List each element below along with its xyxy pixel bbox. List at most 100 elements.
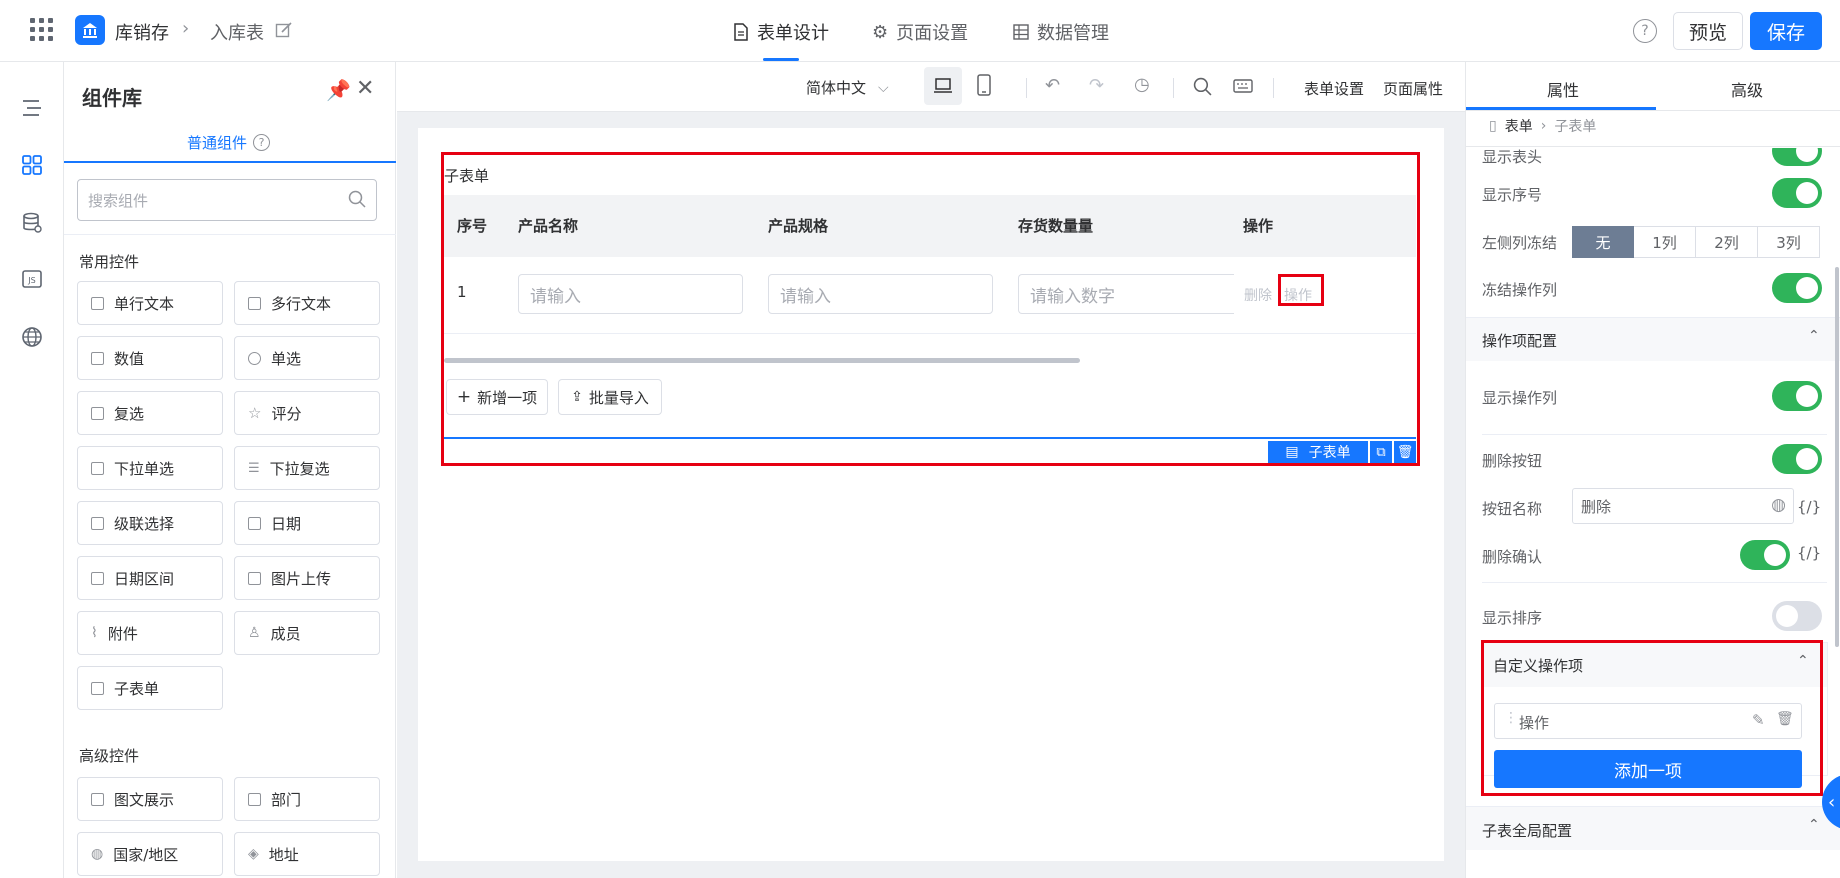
show-sort-toggle[interactable] — [1772, 601, 1822, 631]
components-icon[interactable] — [19, 152, 45, 178]
tab-label: 普通组件 — [187, 134, 248, 152]
history-icon[interactable]: ◷ — [1134, 74, 1150, 95]
freeze-option-1[interactable]: 1列 — [1634, 226, 1696, 258]
form-settings-link[interactable]: 表单设置 — [1304, 78, 1364, 99]
edit-icon[interactable] — [275, 21, 293, 43]
component-label: 下拉复选 — [269, 459, 330, 478]
show-header-toggle[interactable] — [1772, 148, 1822, 166]
star-icon: ☆ — [248, 404, 262, 422]
component-radio[interactable]: 单选 — [234, 336, 380, 380]
tab-form-design[interactable]: 表单设计 — [733, 19, 829, 45]
tab-common-components[interactable]: 普通组件 ? — [187, 132, 271, 153]
component-label: 日期区间 — [114, 569, 175, 588]
action-config-title: 操作项配置 — [1482, 332, 1558, 350]
highlight-box-action — [1278, 274, 1324, 306]
pin-icon[interactable]: 📌 — [326, 78, 351, 102]
delete-button-toggle[interactable] — [1772, 444, 1822, 474]
undo-icon[interactable]: ↶ — [1045, 75, 1060, 96]
tab-underline — [64, 161, 396, 163]
mobile-view-button[interactable] — [977, 74, 991, 100]
component-single-text[interactable]: 单行文本 — [77, 281, 223, 325]
table-icon — [1013, 24, 1029, 40]
outline-icon[interactable] — [19, 95, 45, 121]
component-library-panel: 组件库 📌 ✕ 普通组件 ? 搜索组件 常用控件 单行文本 多行文本 数值 单选… — [64, 62, 396, 878]
component-number[interactable]: 数值 — [77, 336, 223, 380]
desktop-view-button[interactable] — [924, 67, 962, 105]
redo-icon[interactable]: ↷ — [1089, 75, 1104, 96]
component-rating[interactable]: ☆ 评分 — [234, 391, 380, 435]
component-select-single[interactable]: 下拉单选 — [77, 446, 223, 490]
apps-grid-icon[interactable] — [30, 18, 53, 41]
expression-icon[interactable]: {/} — [1797, 498, 1821, 516]
tab-advanced[interactable]: 高级 — [1731, 77, 1763, 101]
input-value: 删除 — [1581, 497, 1612, 516]
cascader-icon — [91, 516, 104, 530]
freeze-segment: 无 1列 2列 3列 — [1572, 226, 1820, 258]
show-index-toggle[interactable] — [1772, 178, 1822, 208]
help-icon[interactable]: ? — [1633, 19, 1657, 43]
breadcrumb-root[interactable]: 表单 — [1505, 116, 1533, 136]
chevron-left-icon: ‹ — [1828, 791, 1836, 813]
component-country[interactable]: ◍ 国家/地区 — [77, 832, 223, 876]
divider — [1466, 146, 1840, 147]
component-date[interactable]: 日期 — [234, 501, 380, 545]
textarea-icon — [248, 296, 261, 310]
calendar-icon — [248, 516, 261, 530]
app-name[interactable]: 库销存 — [115, 19, 169, 45]
close-icon[interactable]: ✕ — [356, 76, 374, 101]
preview-button[interactable]: 预览 — [1673, 12, 1743, 50]
database-icon[interactable] — [19, 210, 45, 236]
search-input[interactable]: 搜索组件 — [77, 179, 377, 221]
component-rich-display[interactable]: 图文展示 — [77, 777, 223, 821]
canvas-toolbar: 简体中文 ⌵ ↶ ↷ ◷ 表单设置 页面属性 — [397, 62, 1465, 112]
show-action-toggle[interactable] — [1772, 381, 1822, 411]
component-multi-text[interactable]: 多行文本 — [234, 281, 380, 325]
laptop-icon — [934, 78, 952, 93]
freeze-option-2[interactable]: 2列 — [1696, 226, 1758, 258]
page-name: 入库表 — [210, 23, 264, 44]
chevron-down-icon: ⌵ — [878, 79, 889, 96]
paperclip-icon: ⌇ — [91, 625, 98, 641]
component-label: 级联选择 — [114, 514, 175, 533]
globe-icon[interactable]: ◍ — [1771, 495, 1786, 515]
action-config-header[interactable]: 操作项配置 ⌃ — [1466, 318, 1840, 361]
language-select[interactable]: 简体中文 ⌵ — [806, 77, 889, 98]
language-value: 简体中文 — [806, 79, 867, 97]
component-subform[interactable]: 子表单 — [77, 666, 223, 710]
keyboard-icon[interactable] — [1233, 79, 1253, 97]
help-icon[interactable]: ? — [253, 134, 271, 151]
component-checkbox[interactable]: 复选 — [77, 391, 223, 435]
search-icon[interactable] — [1193, 77, 1212, 100]
component-select-multi[interactable]: ☰ 下拉复选 — [234, 446, 380, 490]
component-attachment[interactable]: ⌇ 附件 — [77, 611, 223, 655]
panel-scrollbar[interactable] — [1835, 267, 1839, 647]
tab-page-settings[interactable]: ⚙ 页面设置 — [872, 19, 968, 45]
common-section-title: 常用控件 — [79, 253, 140, 271]
delete-confirm-toggle[interactable] — [1740, 540, 1790, 570]
expression-icon[interactable]: {/} — [1797, 544, 1821, 562]
tab-properties[interactable]: 属性 — [1547, 77, 1579, 101]
page-attrs-link[interactable]: 页面属性 — [1383, 78, 1443, 99]
component-department[interactable]: 部门 — [234, 777, 380, 821]
tab-label: 页面设置 — [896, 23, 969, 44]
component-member[interactable]: ♙ 成员 — [234, 611, 380, 655]
component-address[interactable]: ◈ 地址 — [234, 832, 380, 876]
library-title: 组件库 — [82, 86, 142, 110]
global-config-header[interactable]: 子表全局配置 ⌃ — [1466, 806, 1840, 850]
button-name-input[interactable]: 删除 ◍ — [1572, 488, 1794, 524]
component-date-range[interactable]: 日期区间 — [77, 556, 223, 600]
freeze-option-3[interactable]: 3列 — [1758, 226, 1820, 258]
select-icon — [91, 461, 104, 475]
tab-data-management[interactable]: 数据管理 — [1013, 19, 1109, 45]
freeze-action-toggle[interactable] — [1772, 273, 1822, 303]
js-icon[interactable]: JS — [19, 266, 45, 292]
checklist-icon: ☰ — [248, 460, 260, 476]
freeze-option-none[interactable]: 无 — [1572, 226, 1634, 258]
save-button[interactable]: 保存 — [1750, 12, 1822, 50]
component-label: 单选 — [271, 349, 302, 368]
component-cascader[interactable]: 级联选择 — [77, 501, 223, 545]
component-image-upload[interactable]: 图片上传 — [234, 556, 380, 600]
highlight-box-custom-actions — [1481, 640, 1823, 796]
number-icon — [91, 351, 104, 365]
globe-icon[interactable] — [19, 324, 45, 350]
